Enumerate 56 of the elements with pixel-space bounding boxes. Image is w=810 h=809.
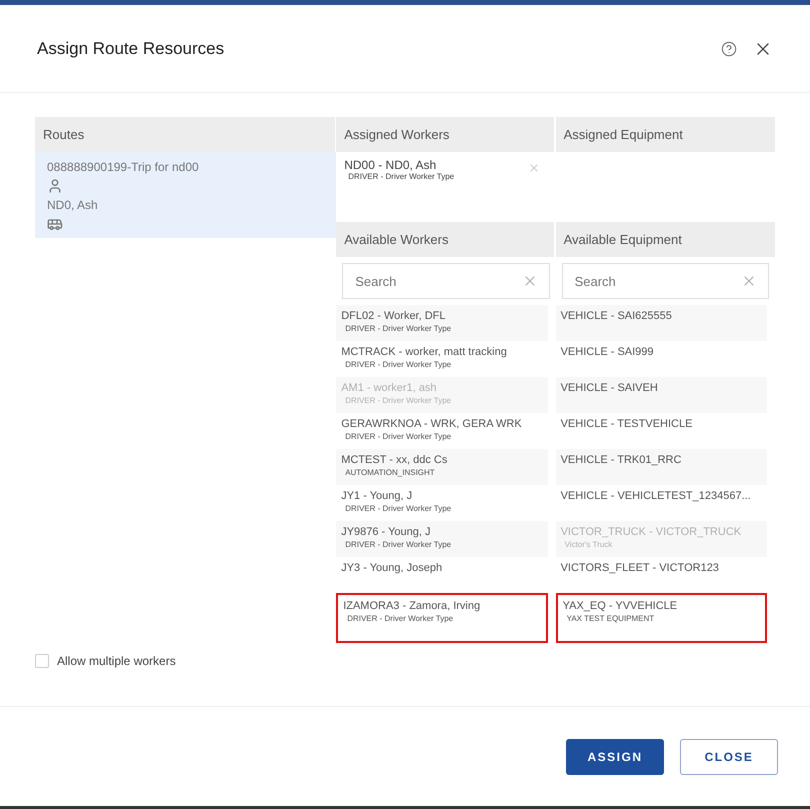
item-name: VEHICLE - VEHICLETEST_1234567... <box>560 489 752 504</box>
column-header: Assigned Equipment <box>556 117 775 152</box>
checkbox-label: Allow multiple workers <box>57 653 176 670</box>
item-type: Victor's Truck <box>564 540 614 550</box>
item-type: DRIVER - Driver Worker Type <box>344 540 452 550</box>
dialog-title: Assign Route Resources <box>37 38 224 60</box>
item-type: YAX TEST EQUIPMENT <box>566 614 656 624</box>
list-item[interactable]: YAX_EQ - YVVEHICLE YAX TEST EQUIPMENT <box>556 593 767 643</box>
list-item[interactable]: DFL02 - Worker, DFL DRIVER - Driver Worker Type <box>336 305 548 341</box>
trip-name: 088888900199-Trip for nd00 <box>47 159 200 176</box>
item-name: VEHICLE - TESTVEHICLE <box>560 417 694 432</box>
search-field[interactable]: Search <box>342 263 550 299</box>
item-name: VEHICLE - SAIVEH <box>560 381 659 396</box>
column-header: Routes <box>35 117 336 152</box>
help-icon[interactable] <box>721 40 737 56</box>
item-name: JY3 - Young, Joseph <box>341 561 444 576</box>
list-item[interactable]: VEHICLE - SAIVEH <box>556 377 767 413</box>
item-name: GERAWRKNOA - WRK, GERA WRK <box>341 417 523 432</box>
item-type: DRIVER - Driver Worker Type <box>344 504 452 514</box>
person-icon <box>47 178 63 194</box>
remove-icon[interactable] <box>528 162 540 174</box>
close-button[interactable]: CLOSE <box>680 738 778 774</box>
item-type: DRIVER - Driver Worker Type <box>344 324 452 334</box>
column-header: Available Workers <box>336 222 556 257</box>
item-name: AM1 - worker1, ash <box>341 381 438 396</box>
item-name: MCTEST - xx, ddc Cs <box>341 453 448 468</box>
item-name: VEHICLE - TRK01_RRC <box>560 453 682 468</box>
item-name: IZAMORA3 - Zamora, Irving <box>343 599 482 614</box>
list-item[interactable]: MCTEST - xx, ddc Cs AUTOMATION_INSIGHT <box>336 449 548 485</box>
item-name: JY1 - Young, J <box>341 489 414 504</box>
item-name: YAX_EQ - YVVEHICLE <box>562 599 678 614</box>
item-name: VICTOR_TRUCK - VICTOR_TRUCK <box>560 525 742 540</box>
worker-name: ND0, Ash <box>47 197 99 214</box>
checkbox[interactable] <box>35 654 49 668</box>
item-name: ND00 - ND0, Ash <box>344 158 438 172</box>
item-name: VICTORS_FLEET - VICTOR123 <box>560 561 720 576</box>
item-type: DRIVER - Driver Worker Type <box>347 172 454 182</box>
item-type: DRIVER - Driver Worker Type <box>344 432 452 442</box>
route-item[interactable]: 088888900199-Trip for nd00 ND0, Ash <box>35 152 336 238</box>
item-name: DFL02 - Worker, DFL <box>341 309 447 324</box>
list-item[interactable]: VEHICLE - SAI625555 <box>556 305 767 341</box>
item-type: AUTOMATION_INSIGHT <box>344 468 436 478</box>
item-name: MCTRACK - worker, matt tracking <box>341 345 508 360</box>
list-item[interactable]: IZAMORA3 - Zamora, Irving DRIVER - Driver Worker Type <box>336 593 548 643</box>
item-name: VEHICLE - SAI999 <box>560 345 655 360</box>
column-header: Assigned Workers <box>336 117 556 152</box>
item-type: DRIVER - Driver Worker Type <box>344 360 452 370</box>
column-header: Available Equipment <box>556 222 775 257</box>
item-name: JY9876 - Young, J <box>341 525 432 540</box>
list-item[interactable]: JY9876 - Young, J DRIVER - Driver Worker Type <box>336 521 548 557</box>
item-type: DRIVER - Driver Worker Type <box>346 614 454 624</box>
list-item[interactable]: VEHICLE - TRK01_RRC <box>556 449 767 485</box>
item-name: VEHICLE - SAI625555 <box>560 309 673 324</box>
assign-button[interactable]: ASSIGN <box>566 738 664 774</box>
search-field[interactable]: Search <box>562 263 769 299</box>
item-type: DRIVER - Driver Worker Type <box>344 396 452 406</box>
